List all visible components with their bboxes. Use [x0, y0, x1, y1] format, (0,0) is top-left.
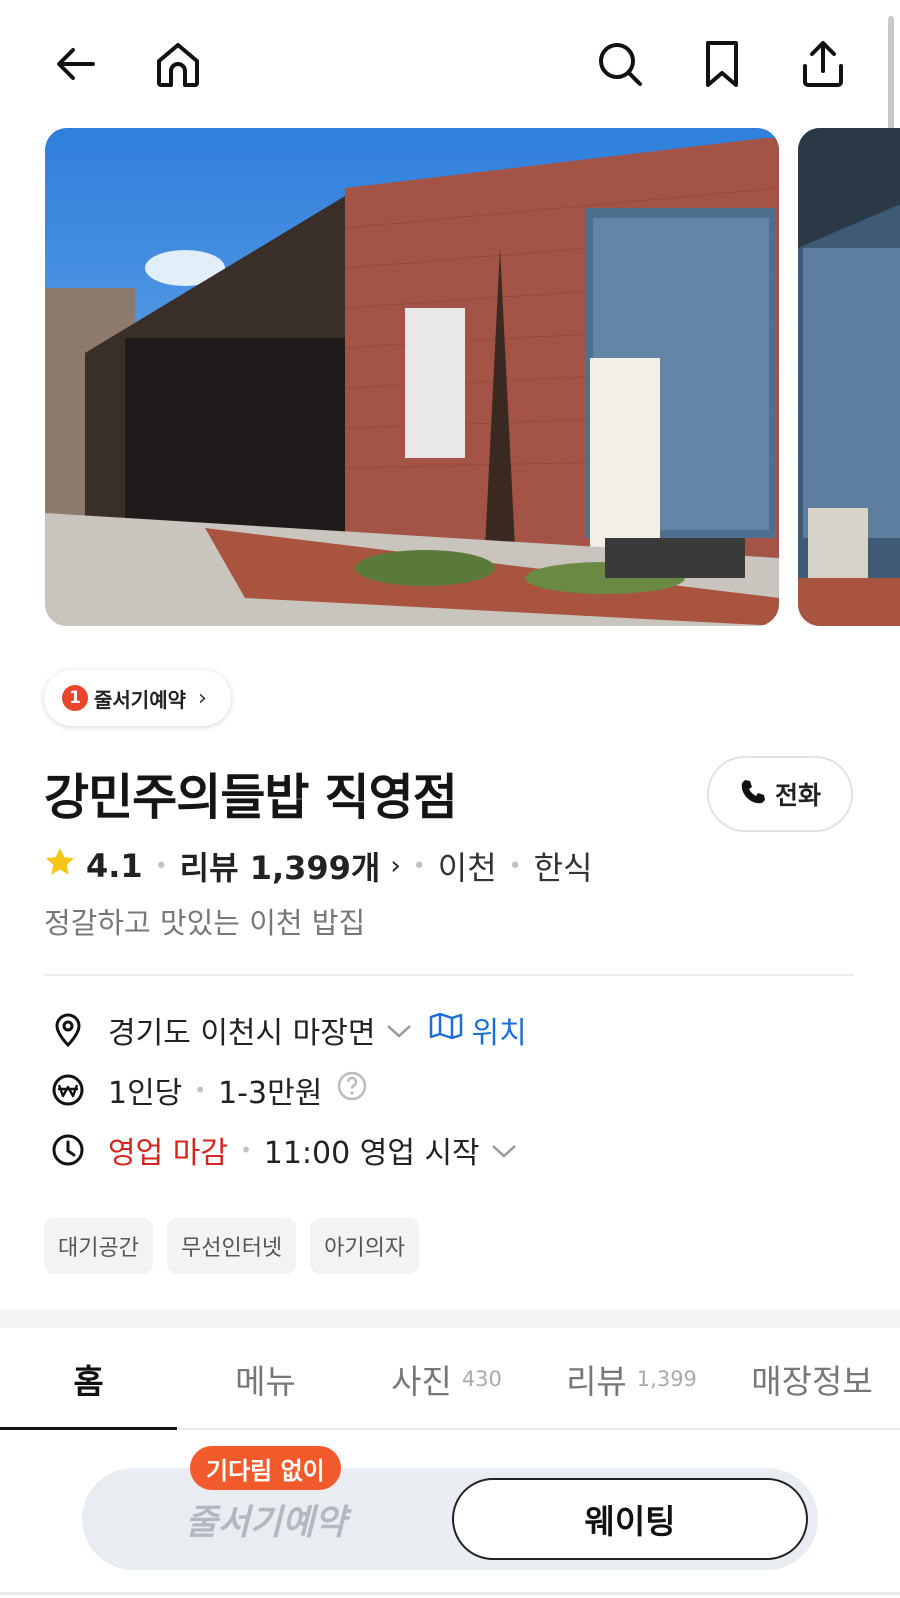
waitlist-chip[interactable]: 1 줄서기예약 ›	[44, 670, 231, 726]
amenity-tag: 대기공간	[44, 1218, 153, 1274]
place-title: 강민주의들밥 직영점	[44, 769, 458, 826]
price-range: 1-3만원	[218, 1076, 323, 1111]
tab-label: 홈	[73, 1362, 104, 1401]
separator-dot: •	[239, 1138, 252, 1162]
tab-home[interactable]: 홈	[0, 1328, 177, 1430]
tab-store-info[interactable]: 매장정보	[724, 1328, 900, 1430]
tab-label: 메뉴	[235, 1362, 296, 1401]
tab-bar: 홈 메뉴 사진 430 리뷰 1,399 매장정보	[0, 1328, 900, 1430]
amenity-tag: 아기의자	[310, 1218, 420, 1274]
no-wait-badge: 기다림 없이	[190, 1446, 341, 1490]
chevron-right-icon: ›	[198, 685, 207, 711]
category-label: 한식	[533, 849, 593, 887]
waitlist-number-badge: 1	[62, 685, 88, 711]
tab-label: 매장정보	[751, 1362, 873, 1401]
hours-row: 영업 마감 • 11:00 영업 시작	[50, 1128, 518, 1172]
amenity-tag: 무선인터넷	[166, 1218, 297, 1274]
tab-count: 1,399	[636, 1367, 697, 1391]
clock-icon	[50, 1132, 86, 1168]
address-row: 경기도 이천시 마장면 위치	[50, 1008, 527, 1052]
place-photo-main[interactable]	[45, 128, 779, 626]
tab-menu[interactable]: 메뉴	[177, 1328, 354, 1430]
separator-dot: •	[412, 853, 426, 879]
star-icon	[44, 846, 76, 886]
place-photo-next[interactable]	[798, 128, 900, 626]
call-button[interactable]: 전화	[707, 756, 853, 832]
phone-icon	[739, 778, 767, 810]
waitlist-chip-label: 줄서기예약	[94, 687, 186, 712]
search-icon[interactable]	[592, 36, 648, 92]
waiting-button[interactable]: 웨이팅	[452, 1478, 808, 1560]
address-text: 경기도 이천시 마장면	[108, 1016, 376, 1051]
home-icon[interactable]	[150, 36, 206, 92]
reviews-link[interactable]: 리뷰 1,399개	[180, 843, 381, 889]
chevron-down-icon[interactable]	[385, 1013, 413, 1048]
chevron-down-icon[interactable]	[490, 1133, 518, 1168]
tab-label: 사진	[391, 1362, 452, 1401]
section-separator	[0, 1310, 900, 1328]
waiting-cta: 줄서기예약 웨이팅	[82, 1468, 818, 1570]
rating-value: 4.1	[86, 847, 143, 885]
map-icon[interactable]	[429, 1012, 463, 1048]
share-icon[interactable]	[795, 36, 851, 92]
open-time: 11:00 영업 시작	[263, 1136, 480, 1171]
help-icon[interactable]	[336, 1070, 368, 1110]
tab-count: 430	[461, 1367, 502, 1391]
amenity-tags: 대기공간 무선인터넷 아기의자	[44, 1218, 420, 1274]
back-arrow-icon[interactable]	[48, 36, 104, 92]
active-tab-indicator	[0, 1427, 177, 1430]
separator-dot: •	[154, 853, 168, 879]
won-icon	[50, 1072, 86, 1108]
separator-dot: •	[508, 853, 522, 879]
region-label: 이천	[437, 849, 497, 887]
tab-reviews[interactable]: 리뷰 1,399	[539, 1328, 724, 1430]
price-prefix: 1인당	[108, 1076, 183, 1111]
bookmark-icon[interactable]	[694, 36, 750, 92]
open-status: 영업 마감	[108, 1136, 228, 1171]
map-link[interactable]: 위치	[471, 1008, 526, 1052]
call-button-label: 전화	[774, 781, 821, 810]
place-description: 정갈하고 맛있는 이천 밥집	[44, 906, 366, 940]
location-pin-icon	[50, 1012, 86, 1048]
bottom-divider	[0, 1592, 900, 1595]
price-row: 1인당 • 1-3만원	[50, 1068, 368, 1112]
top-bar	[0, 0, 900, 128]
divider	[44, 974, 854, 976]
separator-dot: •	[194, 1078, 207, 1102]
chevron-right-icon[interactable]: ›	[390, 851, 400, 881]
rating-meta-row: 4.1 • 리뷰 1,399개 › • 이천 • 한식	[44, 844, 593, 888]
tab-label: 리뷰	[566, 1362, 627, 1401]
tab-photos[interactable]: 사진 430	[354, 1328, 539, 1430]
